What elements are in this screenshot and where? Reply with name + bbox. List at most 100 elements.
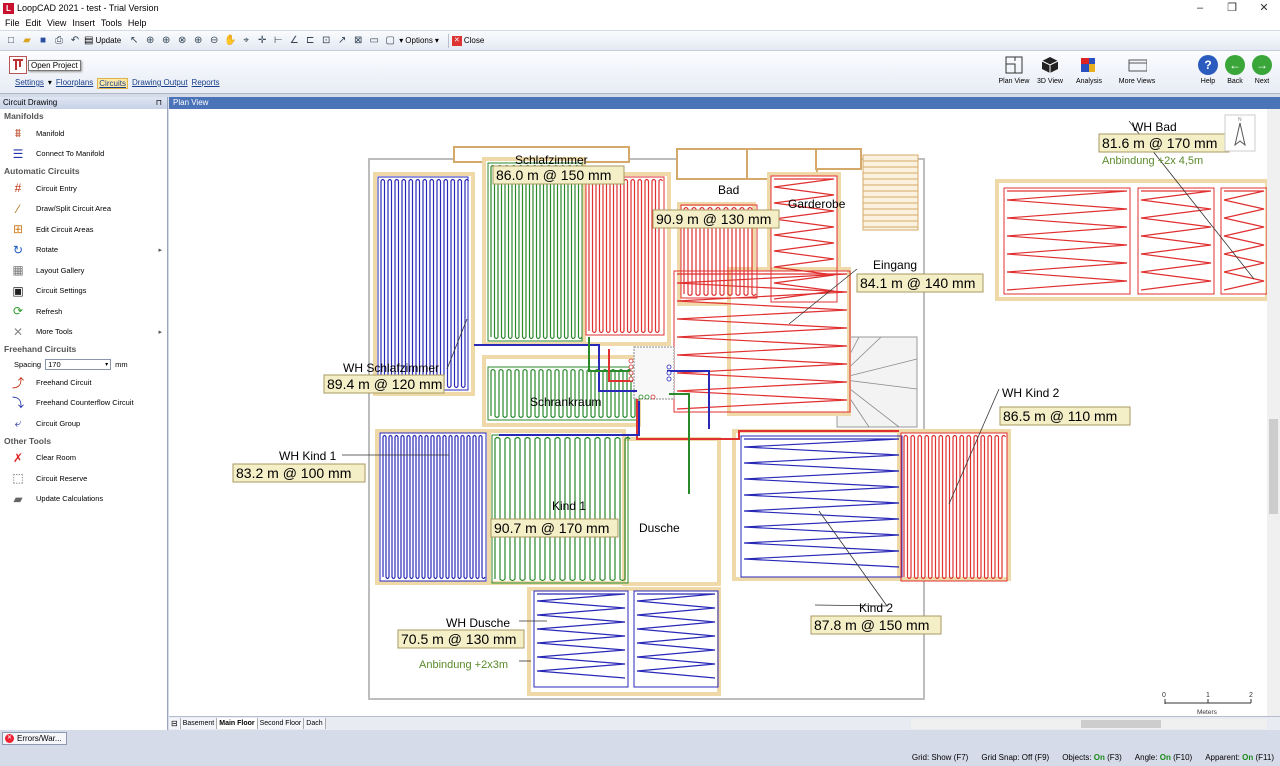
close-drawing-button[interactable]: ✕ Close bbox=[451, 35, 484, 46]
update-button[interactable]: ▤ Update bbox=[84, 35, 121, 46]
help-label: Help bbox=[1200, 78, 1216, 85]
error-bar: ✕ Errors/War... bbox=[0, 731, 1280, 748]
tab-nav-icon[interactable]: ⊟ bbox=[169, 718, 181, 729]
circuit-label-wh-bad[interactable]: 81.6 m @ 170 mm bbox=[1098, 133, 1230, 153]
status-snap[interactable]: Grid Snap: Off (F9) bbox=[981, 753, 1049, 762]
circuit-label-bad[interactable]: 90.9 m @ 130 mm bbox=[652, 209, 780, 229]
3d-view-button[interactable]: 3D View bbox=[1034, 55, 1066, 85]
plan-view-canvas[interactable]: Schlafzimmer 86.0 m @ 150 mm Bad 90.9 m @ 1… bbox=[169, 109, 1267, 716]
circuit-label-wh-dusche[interactable]: 70.5 m @ 130 mm bbox=[397, 629, 525, 649]
maximize-button[interactable]: ❐ bbox=[1216, 0, 1248, 16]
window-icon[interactable]: ▢ bbox=[383, 34, 397, 48]
zoom-extents-icon[interactable]: ⊗ bbox=[175, 34, 189, 48]
circuit-label-wh-schlafzimmer[interactable]: 89.4 m @ 120 mm bbox=[323, 374, 445, 394]
menu-file[interactable]: File bbox=[5, 18, 20, 28]
menu-help[interactable]: Help bbox=[128, 18, 147, 28]
tool-edit-areas[interactable]: ⊞ Edit Circuit Areas bbox=[0, 219, 167, 240]
menu-insert[interactable]: Insert bbox=[72, 18, 95, 28]
tool-more-tools[interactable]: ✕ More Tools ▸ bbox=[0, 322, 167, 343]
circuit-label-eingang[interactable]: 84.1 m @ 140 mm bbox=[856, 273, 984, 293]
more-views-button[interactable]: More Views bbox=[1114, 55, 1160, 85]
dimension-icon[interactable]: ⊏ bbox=[303, 34, 317, 48]
vertical-scroll-thumb[interactable] bbox=[1269, 419, 1278, 514]
zoom-plus-icon[interactable]: ⊕ bbox=[191, 34, 205, 48]
minimize-button[interactable]: – bbox=[1184, 0, 1216, 16]
counterflow-icon: ⤵ bbox=[11, 396, 24, 411]
options-dropdown[interactable]: ▾ Options ▾ bbox=[399, 36, 439, 45]
link-circuits[interactable]: Circuits bbox=[97, 78, 128, 89]
status-angle[interactable]: Angle: On (F10) bbox=[1135, 753, 1192, 762]
spacing-dropdown-icon[interactable]: ▾ bbox=[105, 360, 108, 370]
tool-circuit-group[interactable]: ⤶ Circuit Group bbox=[0, 413, 167, 434]
circuit-label-schlafzimmer[interactable]: 86.0 m @ 150 mm bbox=[492, 165, 625, 185]
open-project-icon[interactable] bbox=[9, 56, 27, 74]
help-button[interactable]: ? Help bbox=[1197, 55, 1219, 85]
measure-icon[interactable]: ⊢ bbox=[271, 34, 285, 48]
tool-circuit-settings[interactable]: ▣ Circuit Settings bbox=[0, 281, 167, 302]
spacing-input[interactable]: 170 ▾ bbox=[45, 358, 112, 370]
image-icon[interactable]: ⊠ bbox=[351, 34, 365, 48]
print-icon[interactable]: ⎙ bbox=[52, 34, 66, 48]
tab-basement[interactable]: Basement bbox=[180, 718, 218, 729]
tool-counterflow[interactable]: ⤵ Freehand Counterflow Circuit bbox=[0, 393, 167, 414]
close-window-button[interactable]: ✕ bbox=[1248, 0, 1280, 16]
tool-clear-room[interactable]: ✗ Clear Room bbox=[0, 448, 167, 469]
zoom-in-icon[interactable]: ⊕ bbox=[159, 34, 173, 48]
select-pointer-icon[interactable]: ↖ bbox=[127, 34, 141, 48]
horizontal-scrollbar[interactable] bbox=[911, 719, 1267, 729]
tool-freehand-circuit[interactable]: ⤴ Freehand Circuit bbox=[0, 372, 167, 393]
menu-view[interactable]: View bbox=[47, 18, 66, 28]
tool-circuit-reserve[interactable]: ⬚ Circuit Reserve bbox=[0, 468, 167, 489]
save-icon[interactable]: ■ bbox=[36, 34, 50, 48]
menu-tools[interactable]: Tools bbox=[101, 18, 122, 28]
settings-dropdown-icon[interactable]: ▾ bbox=[48, 78, 52, 89]
layer-icon[interactable]: ▭ bbox=[367, 34, 381, 48]
open-folder-icon[interactable]: ▰ bbox=[20, 34, 34, 48]
angle-icon[interactable]: ∠ bbox=[287, 34, 301, 48]
crosshair-icon[interactable]: ✛ bbox=[255, 34, 269, 48]
errors-warnings-button[interactable]: ✕ Errors/War... bbox=[2, 732, 67, 745]
circuit-label-kind1[interactable]: 90.7 m @ 170 mm bbox=[490, 518, 619, 538]
snap-icon[interactable]: ⌖ bbox=[239, 34, 253, 48]
link-settings[interactable]: Settings bbox=[15, 78, 44, 89]
pan-icon[interactable]: ✋ bbox=[223, 34, 237, 48]
vertical-scrollbar[interactable] bbox=[1267, 109, 1280, 716]
circuit-label-wh-kind1[interactable]: 83.2 m @ 100 mm bbox=[232, 463, 366, 483]
status-apparent[interactable]: Apparent: On (F11) bbox=[1205, 753, 1274, 762]
section-manifolds: Manifolds bbox=[4, 111, 44, 121]
zoom-window-icon[interactable]: ⊕ bbox=[143, 34, 157, 48]
tool-update-calculations[interactable]: ▰ Update Calculations bbox=[0, 489, 167, 510]
menu-edit[interactable]: Edit bbox=[26, 18, 42, 28]
plan-view-button[interactable]: Plan View bbox=[996, 55, 1032, 85]
tab-dach[interactable]: Dach bbox=[304, 718, 326, 729]
new-file-icon[interactable]: □ bbox=[4, 34, 18, 48]
circuit-label-kind2[interactable]: 87.8 m @ 150 mm bbox=[810, 615, 942, 635]
tab-main-floor[interactable]: Main Floor bbox=[217, 718, 258, 729]
tool-connect-manifold[interactable]: ☰ Connect To Manifold bbox=[0, 144, 167, 165]
arrow-icon[interactable]: ↗ bbox=[335, 34, 349, 48]
tool-layout-gallery[interactable]: ▦ Layout Gallery bbox=[0, 260, 167, 281]
pin-icon[interactable]: ⊓ bbox=[156, 97, 162, 109]
tab-second-floor[interactable]: Second Floor bbox=[257, 718, 305, 729]
status-grid[interactable]: Grid: Show (F7) bbox=[912, 753, 968, 762]
link-floorplans[interactable]: Floorplans bbox=[56, 78, 93, 89]
undo-icon[interactable]: ↶ bbox=[68, 34, 82, 48]
floor-plan-drawing[interactable]: Schlafzimmer86.0 m @ 150 mm Bad 90.9 m @ 1… bbox=[169, 109, 1267, 716]
tool-draw-split[interactable]: ⁄ Draw/Split Circuit Area bbox=[0, 199, 167, 220]
zoom-minus-icon[interactable]: ⊖ bbox=[207, 34, 221, 48]
analysis-button[interactable]: Analysis bbox=[1070, 55, 1108, 85]
tool-rotate[interactable]: ↻ Rotate ▸ bbox=[0, 240, 167, 261]
text-icon[interactable]: ⊡ bbox=[319, 34, 333, 48]
circuit-label-wh-kind2[interactable]: 86.5 m @ 110 mm bbox=[999, 406, 1131, 426]
tool-circuit-entry[interactable]: # Circuit Entry bbox=[0, 178, 167, 199]
link-reports[interactable]: Reports bbox=[192, 78, 220, 89]
link-drawing-output[interactable]: Drawing Output bbox=[132, 78, 188, 89]
tool-refresh[interactable]: ⟳ Refresh bbox=[0, 301, 167, 322]
note-wh-dusche: Anbindung +2x3m bbox=[419, 659, 508, 671]
room-schrankraum-label: Schrankraum bbox=[530, 395, 601, 409]
horizontal-scroll-thumb[interactable] bbox=[1081, 720, 1161, 728]
tool-manifold[interactable]: ⩩ Manifold bbox=[0, 123, 167, 144]
next-button[interactable]: → Next bbox=[1250, 55, 1274, 85]
status-objects[interactable]: Objects: On (F3) bbox=[1062, 753, 1122, 762]
back-button[interactable]: ← Back bbox=[1224, 55, 1246, 85]
